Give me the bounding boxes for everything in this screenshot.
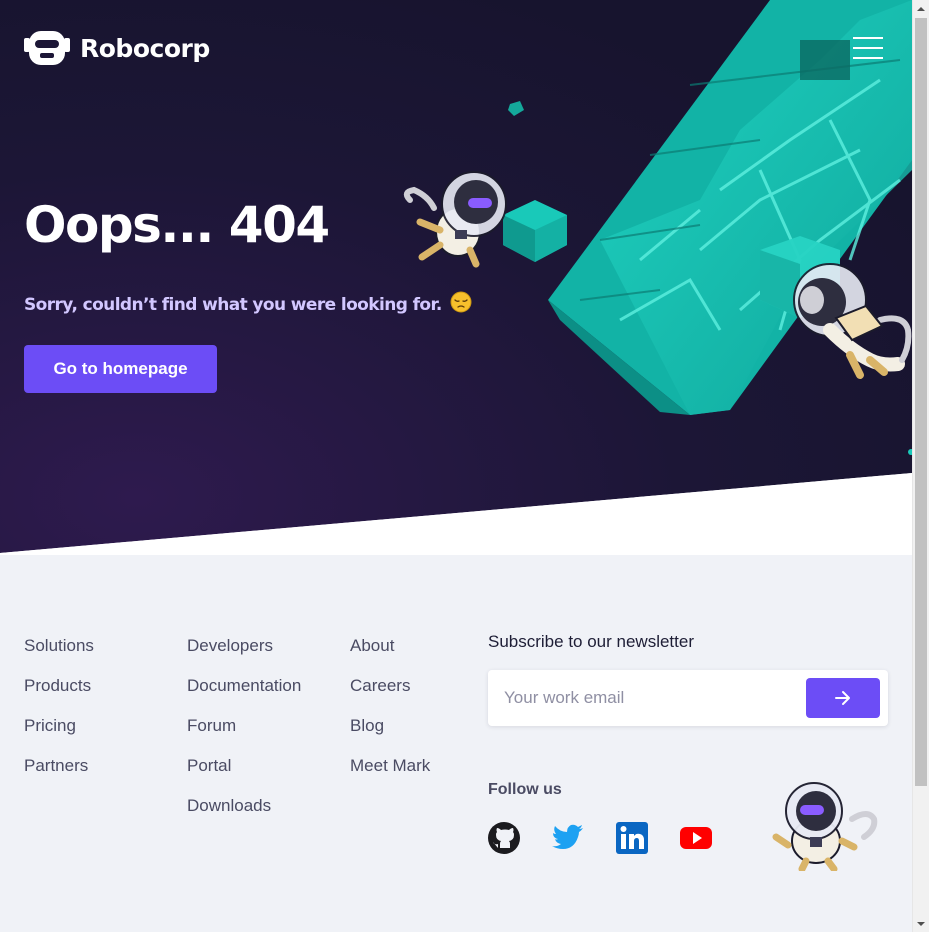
astronaut-mascot-illustration [772, 782, 878, 871]
pensive-face-icon [450, 291, 472, 318]
scrollbar-thumb[interactable] [915, 18, 927, 786]
logo-text: Robocorp [80, 33, 210, 63]
footer-link-partners[interactable]: Partners [24, 756, 94, 796]
page-title: Oops... 404 [24, 196, 330, 254]
twitter-icon[interactable] [551, 821, 585, 855]
footer-link-documentation[interactable]: Documentation [187, 676, 301, 716]
footer-link-meet-mark[interactable]: Meet Mark [350, 756, 430, 796]
hero-section: Robocorp Oops... 404 Sorry, couldn’t fin… [0, 0, 912, 555]
footer-link-solutions[interactable]: Solutions [24, 636, 94, 676]
footer-link-portal[interactable]: Portal [187, 756, 301, 796]
footer-link-pricing[interactable]: Pricing [24, 716, 94, 756]
footer-link-developers[interactable]: Developers [187, 636, 301, 676]
hero-background [0, 0, 912, 555]
youtube-icon[interactable] [679, 821, 713, 855]
follow-us-title: Follow us [488, 781, 562, 798]
page-scrollbar[interactable] [912, 0, 929, 932]
footer-column-1: Solutions Products Pricing Partners [24, 636, 94, 796]
newsletter-submit-button[interactable] [806, 678, 880, 718]
scroll-down-arrow-icon[interactable] [913, 915, 929, 932]
footer-link-downloads[interactable]: Downloads [187, 796, 301, 836]
footer-link-blog[interactable]: Blog [350, 716, 430, 756]
footer-link-forum[interactable]: Forum [187, 716, 301, 756]
arrow-right-icon [835, 691, 850, 705]
newsletter-title: Subscribe to our newsletter [488, 632, 694, 651]
robocorp-logo[interactable]: Robocorp [24, 28, 210, 68]
subtitle-text: Sorry, couldn’t find what you were looki… [24, 294, 442, 315]
page-subtitle: Sorry, couldn’t find what you were looki… [24, 291, 472, 318]
footer-link-careers[interactable]: Careers [350, 676, 430, 716]
newsletter-form [488, 670, 888, 726]
robot-logo-icon [24, 31, 70, 65]
email-input[interactable] [504, 670, 794, 726]
linkedin-icon[interactable] [615, 821, 649, 855]
footer-column-2: Developers Documentation Forum Portal Do… [187, 636, 301, 836]
go-to-homepage-button[interactable]: Go to homepage [24, 345, 217, 393]
hamburger-menu-icon[interactable] [853, 36, 883, 60]
footer-column-3: About Careers Blog Meet Mark [350, 636, 430, 796]
footer-link-about[interactable]: About [350, 636, 430, 676]
footer-link-products[interactable]: Products [24, 676, 94, 716]
footer: Solutions Products Pricing Partners Deve… [0, 555, 912, 932]
github-icon[interactable] [487, 821, 521, 855]
scroll-up-arrow-icon[interactable] [913, 0, 929, 17]
